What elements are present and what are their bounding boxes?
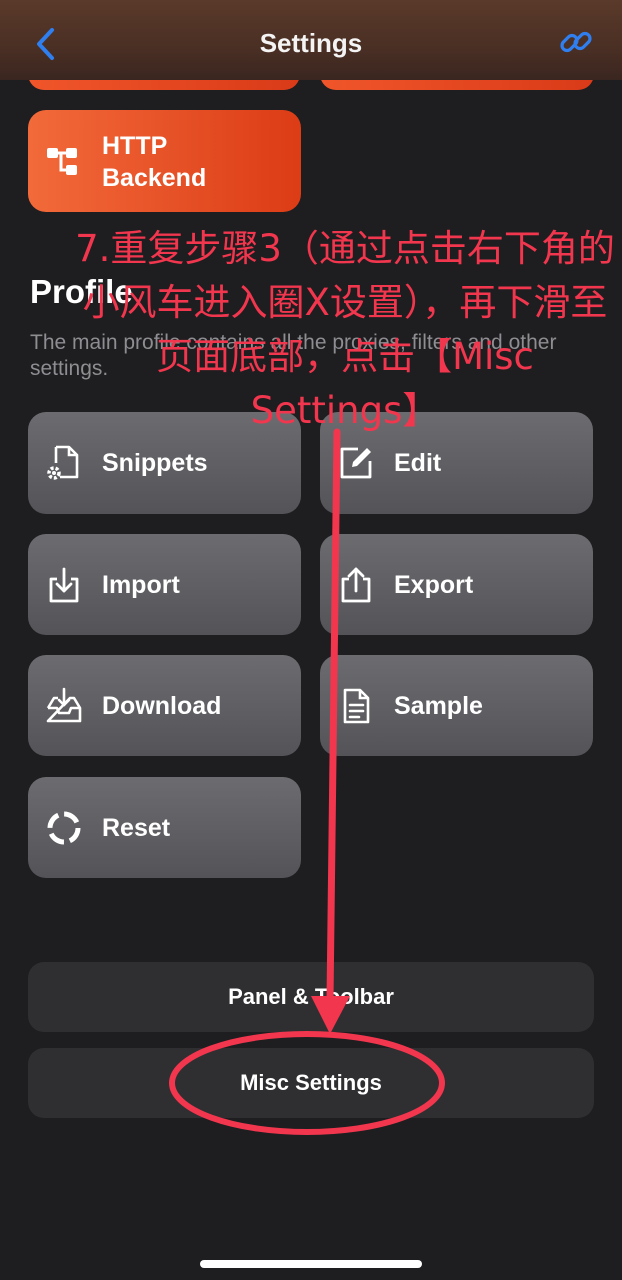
http-backend-label: HTTP Backend — [102, 132, 207, 192]
reset-tile[interactable]: Reset — [28, 777, 301, 878]
home-indicator[interactable] — [200, 1260, 422, 1268]
export-tile[interactable]: Export — [320, 534, 593, 635]
edit-tile[interactable]: Edit — [320, 412, 593, 514]
export-icon — [341, 567, 371, 602]
import-label: Import — [102, 570, 180, 599]
section-title-profile: Profile — [30, 273, 133, 310]
navigation-bar: Settings — [0, 0, 622, 80]
snippets-label: Snippets — [102, 449, 208, 477]
sample-tile[interactable]: Sample — [320, 655, 593, 756]
snippets-tile[interactable]: Snippets — [28, 412, 301, 514]
link-icon[interactable] — [558, 24, 594, 60]
section-description: The main profile contains all the proxie… — [30, 331, 557, 380]
document-icon — [343, 688, 370, 723]
edit-icon — [340, 447, 372, 479]
download-label: Download — [102, 691, 222, 720]
sample-label: Sample — [394, 691, 483, 720]
http-backend-tile[interactable]: HTTP Backend — [28, 110, 301, 212]
file-gear-icon — [47, 445, 79, 480]
import-icon — [49, 567, 79, 602]
misc-settings-button[interactable]: Misc Settings — [28, 1048, 594, 1118]
export-label: Export — [394, 570, 474, 599]
edit-label: Edit — [394, 449, 442, 477]
import-tile[interactable]: Import — [28, 534, 301, 635]
panel-toolbar-button[interactable]: Panel & Toolbar — [28, 962, 594, 1032]
download-tile[interactable]: Download — [28, 655, 301, 756]
page-title: Settings — [259, 28, 363, 58]
reset-label: Reset — [102, 813, 171, 842]
download-tray-icon — [46, 687, 82, 722]
tree-structure-icon — [47, 148, 77, 175]
reset-circle-icon — [47, 811, 81, 844]
